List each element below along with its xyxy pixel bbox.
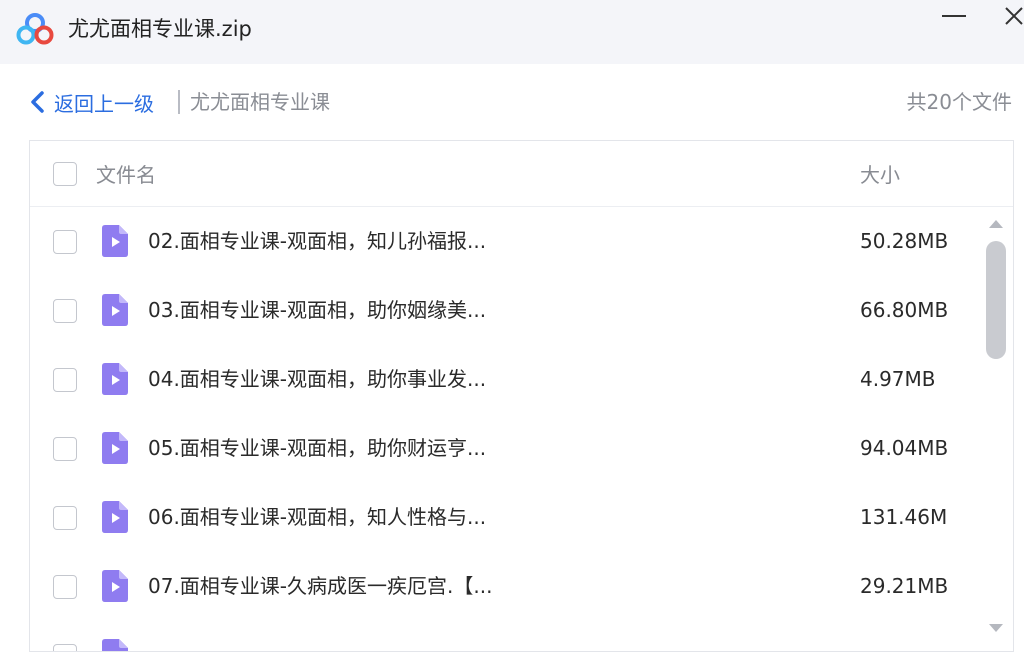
- column-header-name[interactable]: 文件名: [96, 159, 156, 188]
- file-size: 94.04MB: [860, 436, 949, 460]
- back-label: 返回上一级: [54, 91, 154, 116]
- list-item[interactable]: 07.面相专业课-久病成医一疾厄宫.【... 29.21MB: [30, 552, 990, 621]
- row-checkbox[interactable]: [53, 299, 77, 323]
- breadcrumb-divider: [178, 90, 180, 114]
- file-count: 共20个文件: [906, 90, 1012, 114]
- file-name: 04.面相专业课-观面相，助你事业发...: [148, 367, 487, 391]
- chevron-left-icon: [31, 91, 44, 113]
- row-checkbox[interactable]: [53, 506, 77, 530]
- window-title: 尤尤面相专业课.zip: [68, 17, 252, 41]
- file-size: 29.21MB: [860, 574, 949, 598]
- file-size: 50.28MB: [860, 229, 949, 253]
- video-file-icon: [102, 570, 128, 602]
- current-folder-name: 尤尤面相专业课: [190, 90, 330, 114]
- file-name: 02.面相专业课-观面相，知儿孙福报...: [148, 229, 487, 253]
- row-checkbox[interactable]: [53, 437, 77, 461]
- file-size: 66.80MB: [860, 298, 949, 322]
- close-icon[interactable]: [992, 6, 1024, 36]
- video-file-icon: [102, 294, 128, 326]
- list-item[interactable]: 05.面相专业课-观面相，助你财运亨... 94.04MB: [30, 414, 990, 483]
- row-checkbox[interactable]: [53, 368, 77, 392]
- video-file-icon: [102, 501, 128, 533]
- list-item[interactable]: 02.面相专业课-观面相，知儿孙福报... 50.28MB: [30, 207, 990, 276]
- row-checkbox[interactable]: [53, 230, 77, 254]
- back-button[interactable]: 返回上一级: [26, 86, 154, 118]
- file-name: 05.面相专业课-观面相，助你财运亨...: [148, 436, 487, 460]
- file-rows: 02.面相专业课-观面相，知儿孙福报... 50.28MB 03.面相专业课-观…: [30, 207, 990, 651]
- file-size: 4.97MB: [860, 367, 936, 391]
- scrollbar-thumb[interactable]: [986, 241, 1006, 359]
- file-name: 07.面相专业课-久病成医一疾厄宫.【...: [148, 574, 493, 598]
- list-item-partial[interactable]: [30, 621, 990, 651]
- video-file-icon: [102, 639, 128, 651]
- list-item[interactable]: 03.面相专业课-观面相，助你姻缘美... 66.80MB: [30, 276, 990, 345]
- select-all-checkbox[interactable]: [53, 162, 77, 186]
- file-name: 06.面相专业课-观面相，知人性格与...: [148, 505, 487, 529]
- list-item[interactable]: 06.面相专业课-观面相，知人性格与... 131.46M: [30, 483, 990, 552]
- row-checkbox[interactable]: [53, 575, 77, 599]
- baidu-netdisk-cloud-icon: [16, 13, 54, 45]
- title-bar: 尤尤面相专业课.zip: [0, 0, 1024, 64]
- minimize-icon[interactable]: [936, 6, 976, 36]
- video-file-icon: [102, 363, 128, 395]
- video-file-icon: [102, 432, 128, 464]
- list-header: 文件名 大小: [30, 141, 1013, 207]
- scroll-down-arrow-icon[interactable]: [987, 621, 1005, 635]
- file-name: 03.面相专业课-观面相，助你姻缘美...: [148, 298, 487, 322]
- file-size: 131.46M: [860, 505, 948, 529]
- list-item[interactable]: 04.面相专业课-观面相，助你事业发... 4.97MB: [30, 345, 990, 414]
- scroll-up-arrow-icon[interactable]: [987, 217, 1005, 231]
- video-file-icon: [102, 225, 128, 257]
- row-checkbox[interactable]: [53, 644, 77, 651]
- file-list: 文件名 大小 02.面相专业课-观面相，知儿孙福报... 50.28MB 03.…: [29, 140, 1014, 652]
- column-header-size[interactable]: 大小: [860, 159, 900, 188]
